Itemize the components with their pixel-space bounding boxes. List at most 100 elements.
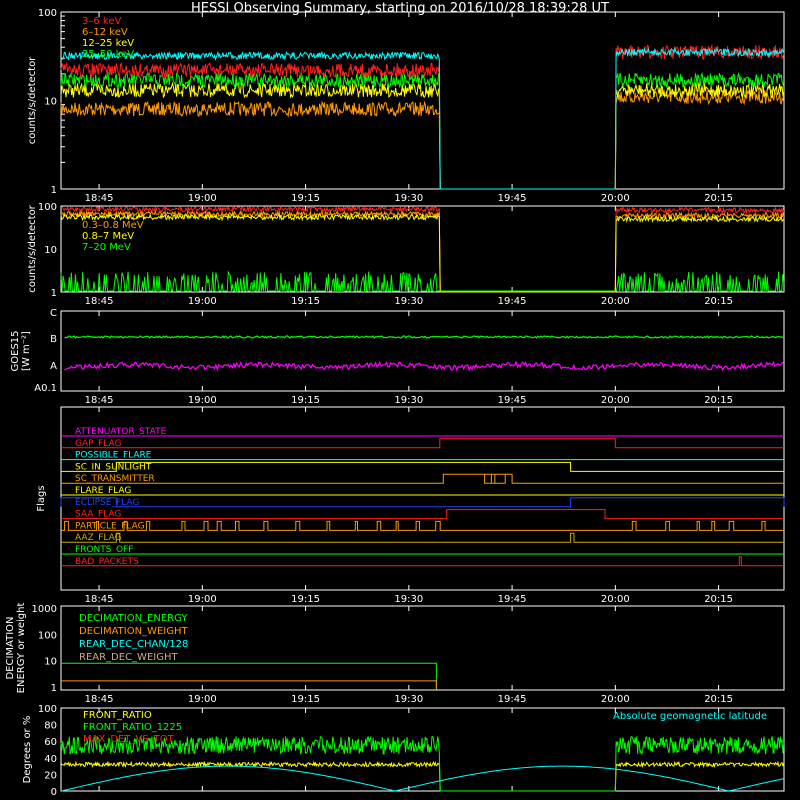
goes-xtick-label: 19:00 (188, 395, 217, 406)
ratios-ytick-label: 80 (44, 721, 57, 732)
goes-ytick-label: A0.1 (34, 383, 57, 394)
flags-frame (60, 406, 785, 591)
decimation-series-1 (61, 680, 437, 690)
flags-xtick-label: 20:15 (704, 594, 733, 605)
decimation-legend-1: DECIMATION_WEIGHT (79, 626, 188, 637)
hxr-frame (60, 11, 785, 190)
ratios-ytick-label: 0 (51, 787, 57, 798)
hxr-xtick-label: 20:00 (601, 193, 630, 204)
decimation-ytick-label: 10 (44, 657, 57, 668)
hxr-xtick-label: 19:30 (394, 193, 423, 204)
gamma-ylabel: counts/s/detector (27, 204, 38, 292)
decimation-xtick-label: 20:15 (704, 694, 733, 705)
gamma-xtick-label: 19:45 (498, 296, 527, 307)
decimation-ytick-label: 1000 (32, 604, 57, 615)
goes-ytick-label: A (50, 361, 57, 372)
decimation-xtick-label: 18:45 (85, 694, 114, 705)
hxr-xtick-label: 18:45 (85, 193, 114, 204)
goes-xtick-label: 20:15 (704, 395, 733, 406)
gamma-ytick-label: 10 (44, 245, 57, 256)
hxr-series-0 (60, 44, 785, 190)
ratios-series-3 (60, 765, 784, 792)
flag-line-6 (60, 497, 785, 508)
decimation-xtick-label: 20:00 (601, 694, 630, 705)
hxr-legend-0: 3–6 keV (82, 16, 121, 27)
hxr-xtick-label: 19:00 (188, 193, 217, 204)
flags-xtick-label: 20:00 (601, 594, 630, 605)
flag-line-1 (61, 438, 784, 449)
goes-xtick-label: 19:30 (394, 395, 423, 406)
gamma-xtick-label: 18:45 (85, 296, 114, 307)
decimation-ylabel2: ENERGY or weight (16, 603, 27, 694)
gamma-xtick-label: 19:15 (291, 296, 320, 307)
hxr-ylabel: counts/s/detector (27, 56, 38, 144)
flags-xtick-label: 19:30 (394, 594, 423, 605)
goes-ylabel2: [W m⁻²] (21, 331, 32, 371)
gamma-series-3 (60, 270, 785, 292)
ratios-legend-1: FRONT_RATIO_1225 (83, 722, 182, 733)
goes-xtick-label: 20:00 (601, 395, 630, 406)
observing-summary-chart: 18:45 19:00 19:15 19:30 19:45 20:00 20:1511010… (5, 8, 785, 798)
ratios-ytick-label: 100 (38, 704, 57, 715)
hxr-legend-1: 6–12 keV (82, 27, 128, 38)
hxr-ytick-label: 10 (44, 97, 57, 108)
gamma-legend-2: 0.8–7 MeV (82, 231, 134, 242)
ratios-legend-3: Absolute geomagnetic latitude (613, 711, 767, 722)
ratios-ytick-label: 60 (44, 737, 57, 748)
decimation-xtick-label: 19:15 (291, 694, 320, 705)
flags-xtick-label: 19:15 (291, 594, 320, 605)
ratios-series-0 (60, 760, 785, 792)
ratios-ylabel: Degrees or % (22, 716, 33, 784)
hxr-xtick-label: 20:15 (704, 193, 733, 204)
flags-xtick-label: 19:45 (498, 594, 527, 605)
gamma-xtick-label: 20:00 (601, 296, 630, 307)
flag-line-9 (61, 532, 784, 543)
gamma-xtick-label: 19:30 (394, 296, 423, 307)
decimation-xtick-label: 19:30 (394, 694, 423, 705)
goes-frame (60, 310, 785, 392)
gamma-xtick-label: 19:00 (188, 296, 217, 307)
gamma-legend-1: 0.3–0.8 MeV (82, 220, 144, 231)
goes-xtick-label: 19:45 (498, 395, 527, 406)
ratios-legend-0: FRONT_RATIO (83, 710, 152, 721)
flags-ylabel: Flags (36, 485, 47, 511)
hxr-xtick-label: 19:15 (291, 193, 320, 204)
hxr-ytick-label: 100 (38, 8, 57, 19)
goes-xtick-label: 18:45 (85, 395, 114, 406)
decimation-xtick-label: 19:45 (498, 694, 527, 705)
gamma-ytick-label: 1 (51, 288, 57, 299)
ratios-legend-2: MAX_DET_VS_TOT (83, 734, 175, 745)
hxr-legend-2: 12–25 keV (82, 38, 134, 49)
goes-series-0 (64, 335, 784, 339)
flag-line-3 (61, 461, 784, 472)
flag-line-11 (61, 556, 784, 567)
flags-xtick-label: 18:45 (85, 594, 114, 605)
decimation-xtick-label: 19:00 (188, 694, 217, 705)
gamma-xtick-label: 20:15 (704, 296, 733, 307)
hxr-series-1 (60, 88, 785, 190)
flags-xtick-label: 19:00 (188, 594, 217, 605)
ratios-ytick-label: 40 (44, 754, 57, 765)
hxr-series-2 (60, 81, 785, 190)
flag-line-8 (61, 520, 784, 531)
gamma-legend-3: 7–20 MeV (82, 242, 131, 253)
goes-xtick-label: 19:15 (291, 395, 320, 406)
decimation-ytick-label: 1 (51, 683, 57, 694)
decimation-ytick-label: 100 (38, 630, 57, 641)
goes-series-1 (64, 360, 784, 372)
decimation-series-0 (61, 662, 437, 690)
hxr-xtick-label: 19:45 (498, 193, 527, 204)
goes-ytick-label: B (50, 334, 57, 345)
decimation-legend-2: REAR_DEC_CHAN/128 (79, 639, 188, 650)
flag-line-7 (61, 509, 784, 520)
decimation-legend-0: DECIMATION_ENERGY (79, 613, 188, 624)
flag-line-4 (61, 473, 784, 484)
hxr-ytick-label: 1 (51, 185, 57, 196)
gamma-ytick-label: 100 (38, 202, 57, 213)
decimation-legend-3: REAR_DEC_WEIGHT (79, 652, 178, 663)
decimation-ylabel: DECIMATION (5, 616, 16, 679)
hxr-legend-3: 25–50 keV (82, 49, 134, 60)
goes-ytick-label: C (50, 308, 57, 319)
goes-ylabel: GOES15 (10, 330, 21, 371)
ratios-ytick-label: 20 (44, 770, 57, 781)
